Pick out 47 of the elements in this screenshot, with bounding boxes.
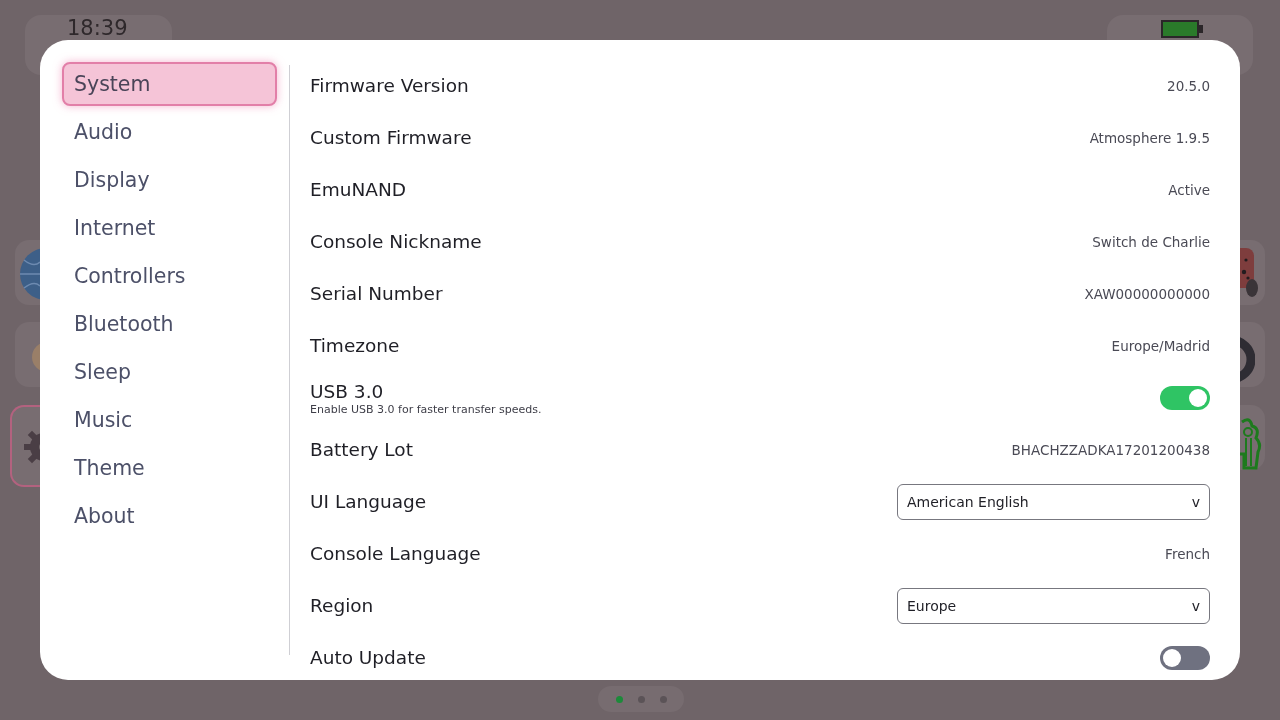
setting-label: Battery Lot <box>310 439 413 461</box>
setting-label: USB 3.0 <box>310 381 385 403</box>
setting-value: Europe/Madrid <box>1111 338 1210 354</box>
sidebar-item[interactable]: About <box>62 494 277 538</box>
setting-label: Custom Firmware <box>310 127 472 149</box>
setting-label: EmuNAND <box>310 179 406 201</box>
app-tile[interactable] <box>15 240 40 305</box>
setting-description: Enable USB 3.0 for faster transfer speeds. <box>310 403 542 417</box>
app-tile[interactable] <box>10 405 40 487</box>
sidebar-item[interactable]: Sleep <box>62 350 277 394</box>
setting-label: UI Language <box>310 491 427 513</box>
sidebar-item[interactable]: Theme <box>62 446 277 490</box>
setting-label: Auto Update <box>310 647 426 669</box>
setting-label: Serial Number <box>310 283 443 305</box>
dropdown-select[interactable]: American English v <box>897 484 1210 520</box>
toggle-switch[interactable] <box>1160 646 1210 670</box>
setting-value: 20.5.0 <box>1167 78 1210 94</box>
app-tile[interactable] <box>1240 322 1265 387</box>
page-dot-icon[interactable] <box>637 695 645 703</box>
app-tile[interactable] <box>1240 240 1265 305</box>
sidebar-item[interactable]: Controllers <box>62 254 277 298</box>
setting-value: XAW00000000000 <box>1084 286 1210 302</box>
sidebar-item[interactable]: Internet <box>62 206 277 250</box>
battery-icon <box>1161 20 1203 38</box>
setting-value: Active <box>1168 182 1210 198</box>
setting-value: BHACHZZADKA17201200438 <box>1011 442 1210 458</box>
sidebar-item[interactable]: Music <box>62 398 277 442</box>
setting-value: Atmosphere 1.9.5 <box>1089 130 1210 146</box>
setting-label: Timezone <box>310 335 400 357</box>
setting-label: Console Language <box>310 543 481 565</box>
setting-value: Switch de Charlie <box>1092 234 1210 250</box>
sidebar-item[interactable]: Display <box>62 158 277 202</box>
page-dot-icon[interactable] <box>615 695 623 703</box>
person-icon <box>1240 418 1262 470</box>
app-tile[interactable] <box>15 322 40 387</box>
sidebar-item[interactable]: System <box>62 62 277 106</box>
setting-label: Console Nickname <box>310 231 482 253</box>
app-tile[interactable] <box>1240 405 1265 470</box>
setting-label: Firmware Version <box>310 75 469 97</box>
status-time: 18:39 <box>67 17 128 39</box>
sidebar-item[interactable]: Audio <box>62 110 277 154</box>
setting-value: French <box>1165 546 1210 562</box>
sidebar-item[interactable]: Bluetooth <box>62 302 277 346</box>
dropdown-select[interactable]: Europe v <box>897 588 1210 624</box>
page-dot-icon[interactable] <box>659 695 667 703</box>
toggle-switch[interactable] <box>1160 386 1210 410</box>
setting-label: Region <box>310 595 374 617</box>
